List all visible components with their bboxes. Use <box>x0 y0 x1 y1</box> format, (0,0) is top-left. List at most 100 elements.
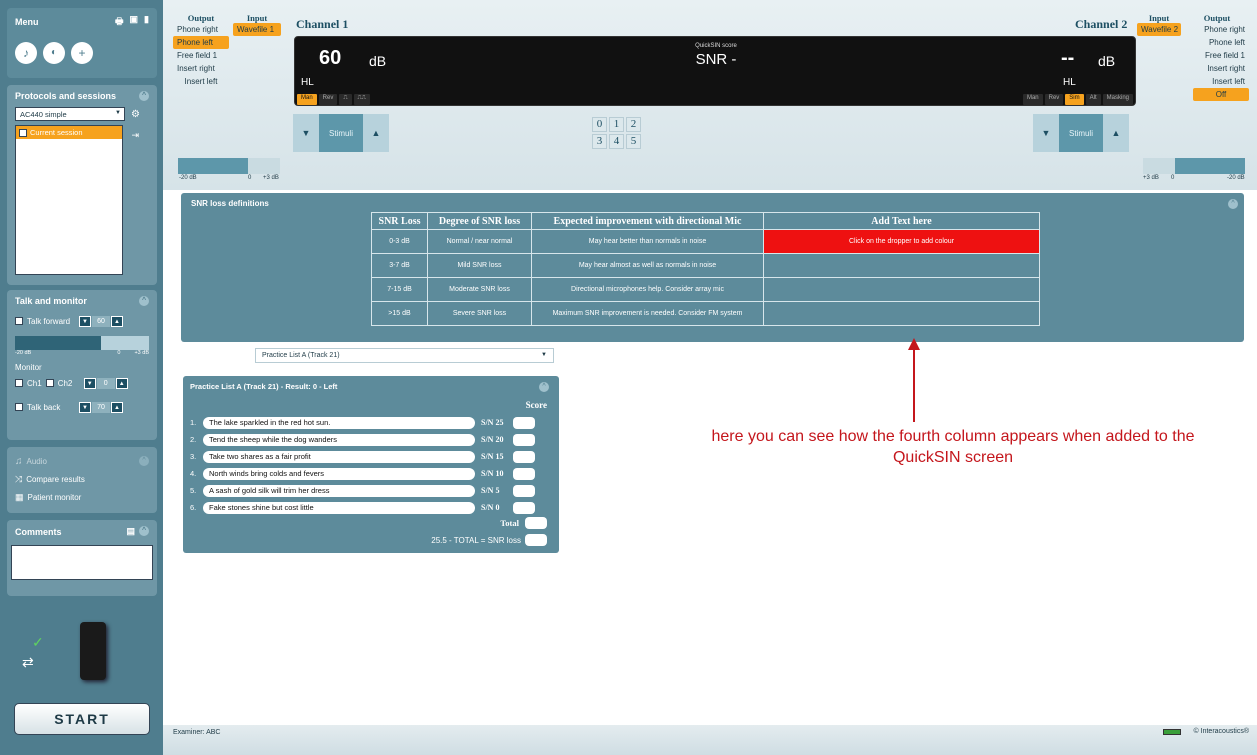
print-icon[interactable]: 🖶 <box>115 14 124 30</box>
decrease-icon[interactable]: ▼ <box>293 114 319 152</box>
collapse-icon[interactable]: ^ <box>139 456 149 466</box>
session-checkbox[interactable] <box>19 128 27 137</box>
collapse-icon[interactable]: ^ <box>539 382 549 392</box>
compare-results-label: Compare results <box>26 474 85 484</box>
score-input[interactable] <box>513 450 535 463</box>
numpad-2[interactable]: 2 <box>626 117 641 132</box>
sentence-text[interactable]: A sash of gold silk will trim her dress <box>203 484 475 497</box>
sentence-text[interactable]: The lake sparkled in the red hot sun. <box>203 416 475 429</box>
ch2-mode-sim[interactable]: Sim <box>1065 94 1084 105</box>
numpad-4[interactable]: 4 <box>609 134 624 149</box>
ch1-level-slider[interactable] <box>178 158 280 174</box>
decrease-icon[interactable]: ▼ <box>83 377 96 389</box>
protocol-select[interactable]: AC440 simple ▼ <box>15 107 125 121</box>
score-input[interactable] <box>513 484 535 497</box>
protocols-header: Protocols and sessions ^ <box>7 85 157 107</box>
talk-back-value: 70 <box>92 401 110 413</box>
score-header: Score <box>525 400 547 410</box>
talk-back-checkbox[interactable] <box>15 403 23 411</box>
numpad-3[interactable]: 3 <box>592 134 607 149</box>
ch1-mode-man[interactable]: Man <box>297 94 317 105</box>
menu-button[interactable]: Menu <box>15 17 39 27</box>
score-input[interactable] <box>513 433 535 446</box>
score-input[interactable] <box>513 501 535 514</box>
start-button[interactable]: START <box>14 703 150 735</box>
practice-list-panel: Practice List A (Track 21) - Result: 0 -… <box>183 376 559 553</box>
table-cell[interactable] <box>763 277 1040 302</box>
ch2-output-insert-right[interactable]: Insert right <box>1185 62 1249 75</box>
table-cell: May hear almost as well as normals in no… <box>531 253 764 278</box>
table-cell[interactable] <box>763 301 1040 326</box>
decrease-icon[interactable]: ▼ <box>79 401 91 413</box>
increase-icon[interactable]: ▲ <box>111 401 123 413</box>
sentence-text[interactable]: Tend the sheep while the dog wanders <box>203 433 475 446</box>
ch1-stimuli-button[interactable]: Stimuli <box>319 114 363 152</box>
ch1-mode-single-pulse[interactable]: ⎍ <box>339 94 352 105</box>
collapse-icon[interactable]: ^ <box>139 91 149 101</box>
monitor-row: Ch1 Ch2 ▼ 0 ▲ <box>7 374 157 392</box>
sentence-text[interactable]: Take two shares as a fair profit <box>203 450 475 463</box>
numpad-0[interactable]: 0 <box>592 117 607 132</box>
save-icon[interactable]: ▣ <box>130 14 139 30</box>
numpad-5[interactable]: 5 <box>626 134 641 149</box>
table-cell: Maximum SNR improvement is needed. Consi… <box>531 301 764 326</box>
monitor-icon: ▦ <box>15 491 24 502</box>
session-action-icon[interactable]: ⇥ <box>131 130 139 141</box>
ch2-output-phone-left[interactable]: Phone left <box>1185 36 1249 49</box>
exit-icon[interactable]: ▮ <box>144 14 149 30</box>
current-session-item[interactable]: Current session <box>16 126 122 139</box>
ch1-input-wavefile[interactable]: Wavefile 1 <box>233 23 281 36</box>
ch1-output-insert-left[interactable]: Insert left <box>173 75 229 88</box>
table-cell: 0-3 dB <box>371 229 428 254</box>
tone-test-icon[interactable]: ♪ <box>15 42 37 64</box>
talk-level-slider[interactable] <box>15 336 149 350</box>
increase-icon[interactable]: ▲ <box>1103 114 1129 152</box>
score-input[interactable] <box>513 416 535 429</box>
note-icon[interactable]: ▤ <box>126 526 135 537</box>
comments-textarea[interactable] <box>11 545 153 580</box>
numpad-1[interactable]: 1 <box>609 117 624 132</box>
sentence-text[interactable]: North winds bring colds and fevers <box>203 467 475 480</box>
ch2-output-insert-left[interactable]: Insert left <box>1185 75 1249 88</box>
speech-test-icon[interactable]: ◐ <box>43 42 65 64</box>
ch2-mode-alt[interactable]: Alt <box>1085 94 1101 105</box>
ch2-output-phone-right[interactable]: Phone right <box>1185 23 1249 36</box>
ch2-input-wavefile[interactable]: Wavefile 2 <box>1137 23 1181 36</box>
compare-results-item[interactable]: ⤨ Compare results <box>7 470 157 488</box>
column-header[interactable]: Add Text here <box>763 212 1040 230</box>
table-cell[interactable] <box>763 253 1040 278</box>
table-cell[interactable]: Click on the dropper to add colour <box>763 229 1040 254</box>
comments-icons: ▤ ^ <box>126 526 149 537</box>
ch1-output-insert-right[interactable]: Insert right <box>173 62 229 75</box>
ch2-checkbox[interactable] <box>45 379 54 387</box>
ch1-output-free-field-1[interactable]: Free field 1 <box>173 49 229 62</box>
ch2-output-free-field-1[interactable]: Free field 1 <box>1185 49 1249 62</box>
patient-monitor-item[interactable]: ▦ Patient monitor <box>7 488 157 506</box>
ch1-mode-multi-pulse[interactable]: ⎍⎍ <box>353 94 370 105</box>
practice-list-select[interactable]: Practice List A (Track 21) ▼ <box>255 348 554 363</box>
ch1-checkbox[interactable] <box>15 379 23 387</box>
collapse-icon[interactable]: ^ <box>1228 199 1238 209</box>
protocol-settings-icon[interactable]: ⚙ <box>131 109 140 120</box>
ch1-output-list: Output Phone right Phone left Free field… <box>173 13 229 88</box>
talk-forward-checkbox[interactable] <box>15 317 23 325</box>
increase-icon[interactable]: ▲ <box>363 114 389 152</box>
score-input[interactable] <box>513 467 535 480</box>
ch2-stimuli-button[interactable]: Stimuli <box>1059 114 1103 152</box>
ch2-output-off[interactable]: Off <box>1193 88 1249 101</box>
decrease-icon[interactable]: ▼ <box>79 315 91 327</box>
ch2-mode-masking[interactable]: Masking <box>1102 94 1133 105</box>
ch1-mode-rev[interactable]: Rev <box>318 94 338 105</box>
collapse-icon[interactable]: ^ <box>139 296 149 306</box>
increase-icon[interactable]: ▲ <box>115 377 128 389</box>
decrease-icon[interactable]: ▼ <box>1033 114 1059 152</box>
ch2-mode-man[interactable]: Man <box>1022 94 1043 105</box>
ch1-output-phone-right[interactable]: Phone right <box>173 23 229 36</box>
add-test-icon[interactable]: + <box>71 42 93 64</box>
ch2-level-slider[interactable] <box>1143 158 1245 174</box>
sentence-text[interactable]: Fake stones shine but cost little <box>203 501 475 514</box>
ch1-output-phone-left[interactable]: Phone left <box>173 36 229 49</box>
collapse-icon[interactable]: ^ <box>139 526 149 536</box>
increase-icon[interactable]: ▲ <box>111 315 123 327</box>
ch2-mode-rev[interactable]: Rev <box>1044 94 1064 105</box>
